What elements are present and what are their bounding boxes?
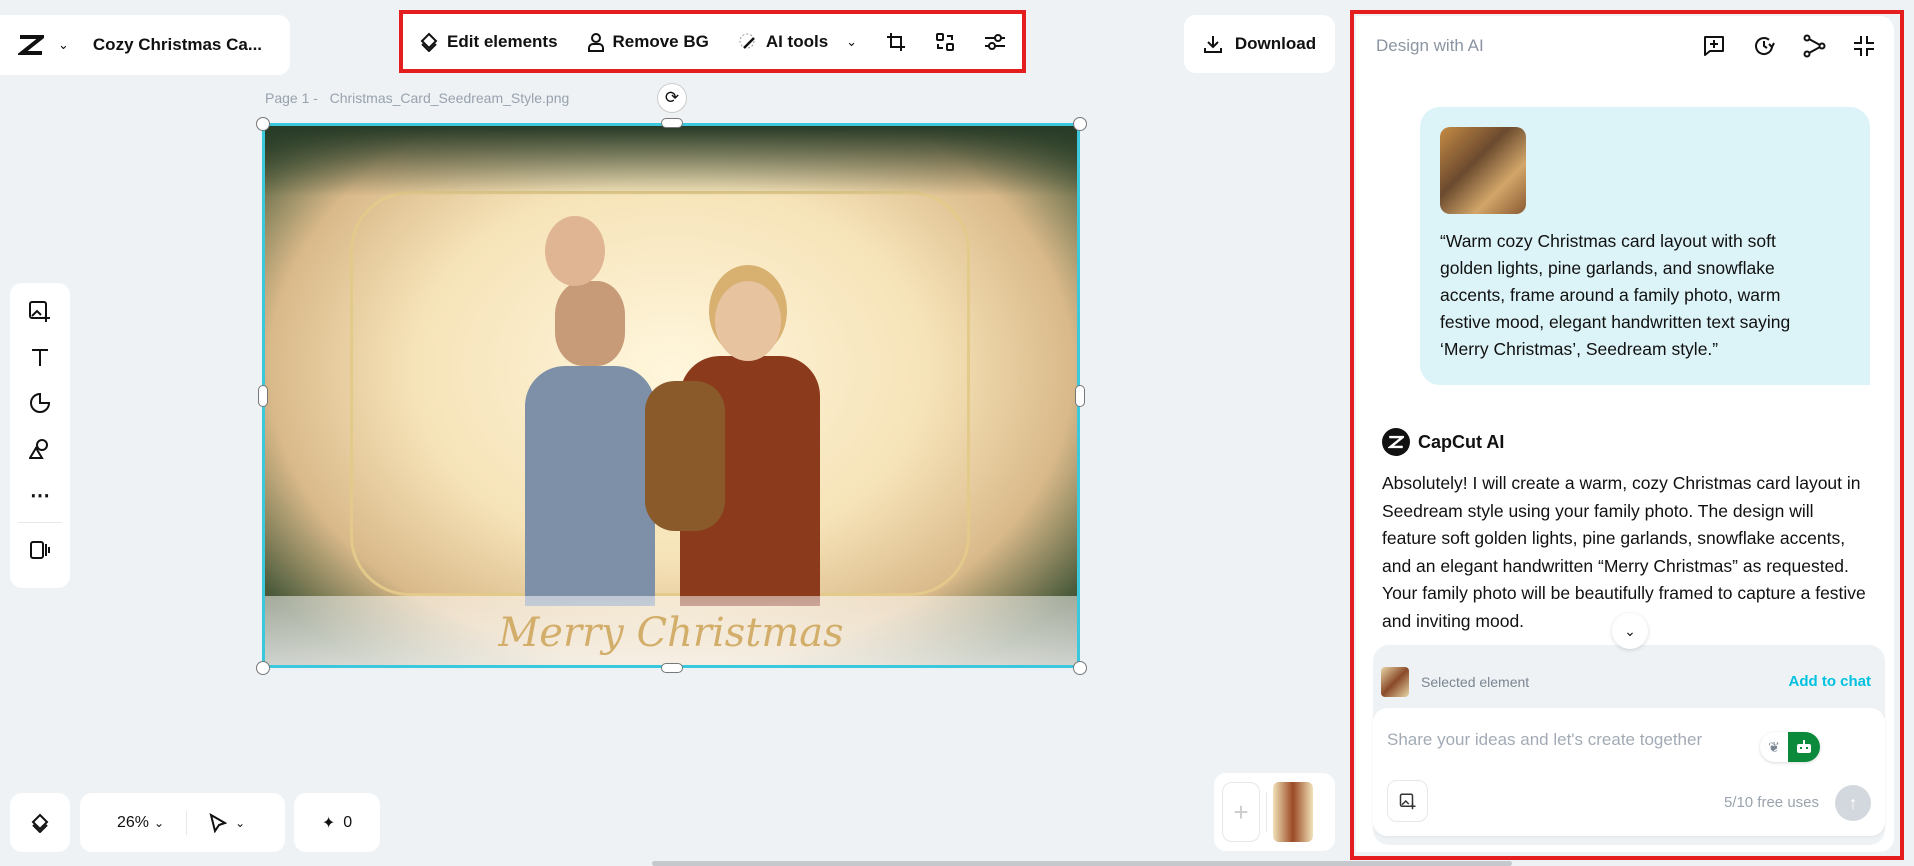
file-name: Christmas_Card_Seedream_Style.png	[329, 90, 570, 106]
zoom-chevron-icon[interactable]: ⌄	[154, 816, 164, 830]
credits-button[interactable]: ✦ 0	[294, 793, 380, 852]
ai-message-text: Absolutely! I will create a warm, cozy C…	[1382, 473, 1866, 631]
resize-handle[interactable]	[256, 117, 270, 131]
layers-icon	[419, 32, 439, 52]
upload-image-button[interactable]	[1387, 780, 1428, 822]
ai-author: CapCut AI	[1382, 428, 1504, 456]
new-chat-icon[interactable]	[1702, 34, 1726, 58]
edit-elements-button[interactable]: Edit elements	[419, 32, 558, 52]
pointer-icon[interactable]	[209, 812, 228, 833]
free-uses-counter: 5/10 free uses	[1723, 794, 1819, 811]
resize-handle[interactable]	[661, 118, 683, 128]
merry-christmas-banner: Merry Christmas	[265, 596, 1077, 665]
send-button[interactable]: ↑	[1835, 785, 1871, 821]
pointer-chevron-icon[interactable]: ⌄	[235, 816, 245, 830]
zoom-level[interactable]: 26%	[117, 814, 149, 832]
download-label: Download	[1234, 34, 1317, 53]
arrow-up-icon: ↑	[1848, 792, 1858, 813]
add-to-chat-button[interactable]: Add to chat	[1789, 673, 1872, 690]
divider	[186, 810, 188, 835]
collapse-icon[interactable]	[1852, 34, 1876, 58]
user-message-text: “Warm cozy Christmas card layout with so…	[1440, 231, 1791, 359]
shapes-icon[interactable]	[10, 426, 70, 472]
capcut-logo-icon[interactable]	[18, 34, 44, 56]
user-message-bubble: “Warm cozy Christmas card layout with so…	[1420, 107, 1870, 385]
remove-bg-button[interactable]: Remove BG	[587, 32, 709, 52]
resize-handle[interactable]	[1075, 385, 1085, 407]
download-icon	[1203, 34, 1223, 54]
agent-robot-icon[interactable]	[1788, 732, 1820, 762]
resize-handle[interactable]	[258, 385, 268, 407]
chevron-down-icon: ⌄	[1624, 622, 1636, 639]
zoom-controls: 26% ⌄ ⌄	[80, 793, 285, 852]
rotate-handle-icon[interactable]: ⟳	[657, 83, 687, 113]
layers-icon	[30, 813, 50, 833]
remove-bg-label: Remove BG	[612, 31, 709, 51]
ai-name: CapCut AI	[1418, 431, 1505, 452]
sparkle-icon: ✦	[321, 814, 336, 832]
ai-panel: Design with AI “Warm cozy Christmas card…	[1356, 16, 1894, 852]
element-toolbar: Edit elements Remove BG AI tools ⌄	[399, 10, 1026, 73]
share-icon[interactable]	[1802, 34, 1826, 58]
magic-wand-icon	[738, 32, 758, 52]
family-photo	[435, 181, 855, 606]
credits-count: 0	[343, 813, 353, 831]
replace-icon[interactable]	[935, 32, 955, 52]
christmas-card-image[interactable]: Merry Christmas	[262, 123, 1080, 668]
ai-tools-button[interactable]: AI tools ⌄	[738, 32, 857, 52]
resize-handle[interactable]	[256, 661, 270, 675]
text-icon[interactable]	[10, 334, 70, 380]
person-icon	[587, 32, 605, 52]
attached-photo[interactable]	[1440, 127, 1526, 214]
add-image-icon[interactable]	[10, 288, 70, 334]
chevron-down-icon: ⌄	[846, 33, 858, 49]
sticker-icon[interactable]	[10, 380, 70, 426]
page-label: Page 1 - Christmas_Card_Seedream_Style.p…	[265, 90, 569, 106]
merry-christmas-text: Merry Christmas	[498, 610, 844, 656]
resize-handle[interactable]	[1073, 117, 1087, 131]
more-icon[interactable]: ⋯	[10, 472, 70, 518]
layers-button[interactable]	[10, 793, 70, 852]
panel-title: Design with AI	[1376, 36, 1484, 55]
chat-input[interactable]: Share your ideas and let's create togeth…	[1387, 730, 1767, 750]
download-button[interactable]: Download	[1184, 15, 1335, 73]
resize-handle[interactable]	[1073, 661, 1087, 675]
pages-strip: +	[1214, 773, 1335, 851]
scroll-down-button[interactable]: ⌄	[1612, 613, 1648, 649]
mode-toggle[interactable]: ❦	[1760, 732, 1820, 762]
composer: Selected element Add to chat Share your …	[1373, 645, 1885, 845]
selected-element-thumbnail	[1381, 667, 1409, 697]
feather-icon[interactable]: ❦	[1760, 732, 1788, 762]
adjust-sliders-icon[interactable]	[984, 32, 1006, 52]
left-toolbar: ⋯	[10, 283, 70, 588]
project-header: ⌄ Cozy Christmas Ca...	[0, 15, 290, 75]
ai-tools-label: AI tools	[765, 31, 829, 51]
ai-panel-highlight: Design with AI “Warm cozy Christmas card…	[1350, 10, 1904, 860]
plus-icon: +	[1233, 796, 1249, 827]
selected-element-label: Selected element	[1421, 674, 1530, 690]
project-title[interactable]: Cozy Christmas Ca...	[93, 35, 262, 55]
page-number: Page 1 -	[265, 90, 318, 106]
chat-input-box: Share your ideas and let's create togeth…	[1373, 708, 1885, 836]
history-icon[interactable]	[1752, 34, 1776, 58]
horizontal-scrollbar[interactable]	[652, 861, 1512, 866]
resize-handle[interactable]	[661, 663, 683, 673]
edit-elements-label: Edit elements	[447, 31, 558, 51]
project-menu-chevron-icon[interactable]: ⌄	[58, 37, 69, 53]
crop-icon[interactable]	[886, 32, 906, 52]
divider	[1266, 792, 1267, 832]
capcut-ai-avatar-icon	[1382, 428, 1410, 456]
page-thumbnail[interactable]	[1273, 782, 1313, 842]
add-image-icon	[1399, 792, 1417, 810]
add-page-button[interactable]: +	[1222, 782, 1260, 842]
panel-toggle-icon[interactable]	[10, 527, 70, 573]
